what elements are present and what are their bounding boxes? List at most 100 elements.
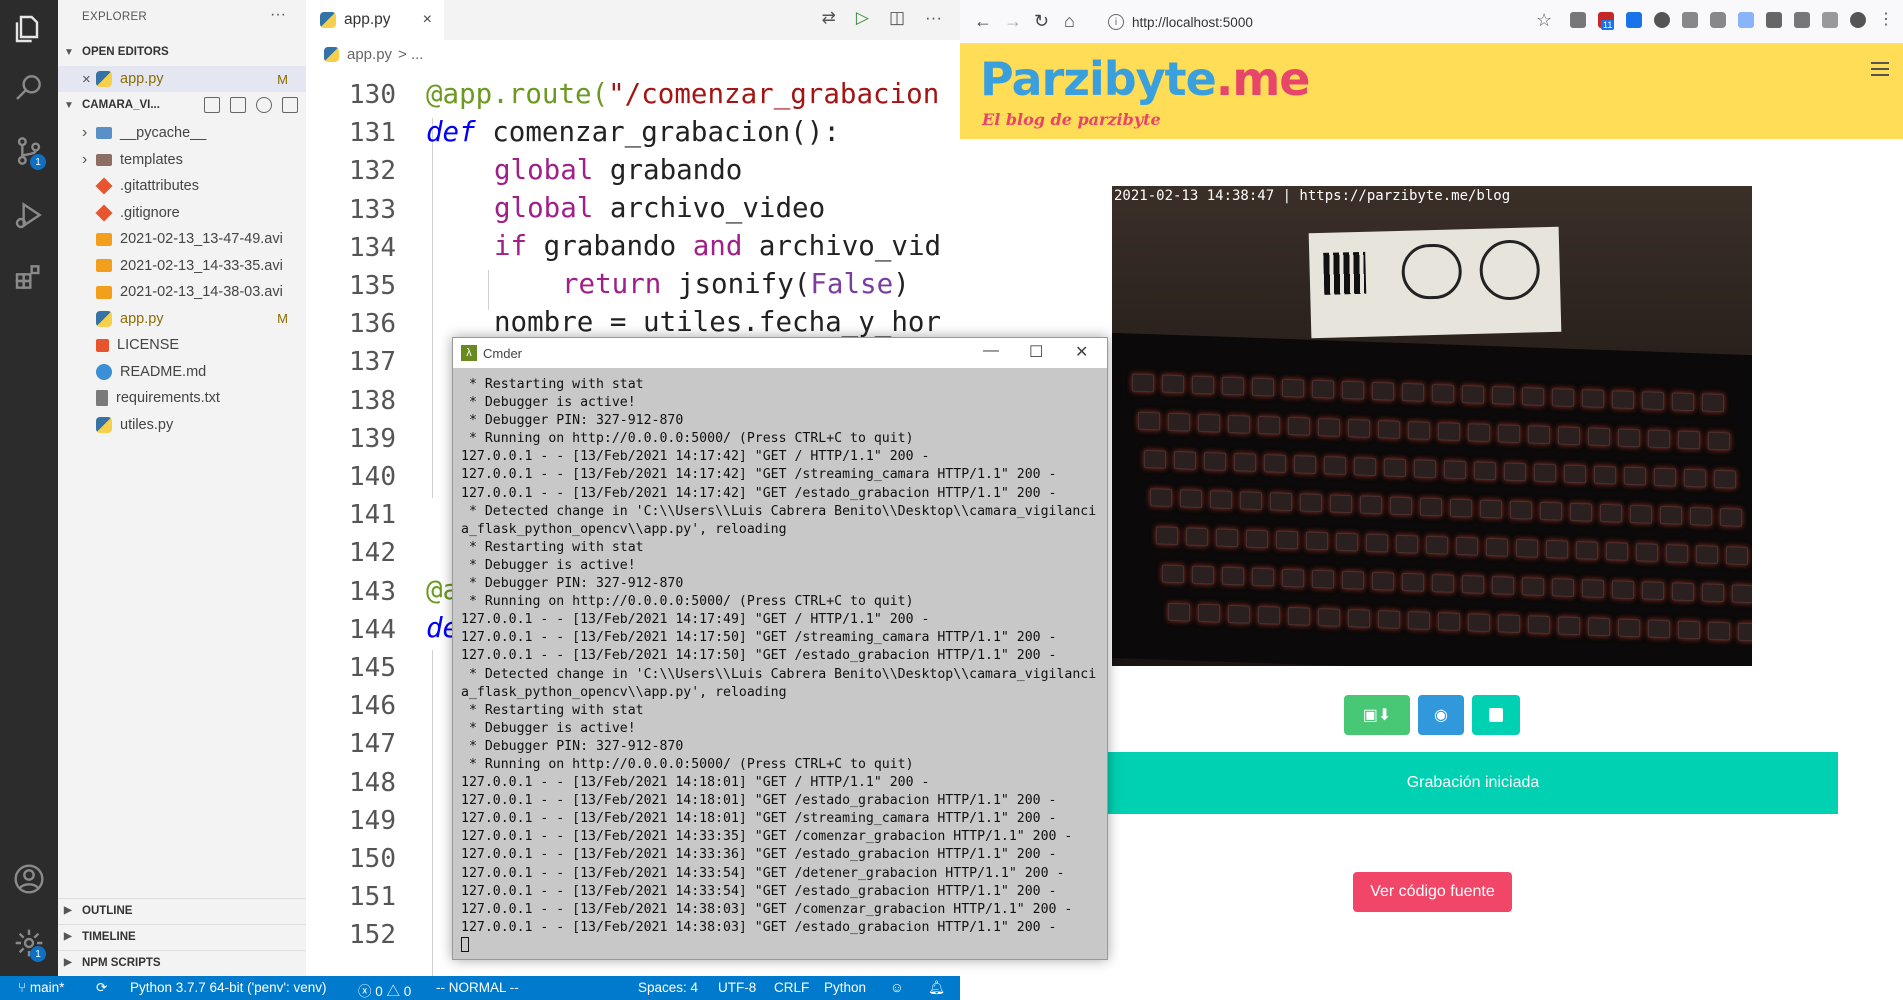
close-tab-icon[interactable]: × [423,11,432,29]
extensions-puzzle-icon[interactable] [1766,12,1782,28]
open-editor-label: app.py [120,71,164,87]
browser-menu-icon[interactable]: ⋮ [1878,12,1894,28]
split-editor-icon[interactable]: ◫ [889,8,905,28]
code-line-132[interactable]: global grabando [494,154,742,186]
line-endings[interactable]: CRLF [774,980,809,995]
home-icon[interactable]: ⌂ [1064,11,1075,32]
take-photo-button[interactable]: ◉ [1418,695,1464,735]
explorer-more-button[interactable]: ··· [270,6,286,24]
code-line-134[interactable]: if grabando and archivo_vid [494,230,941,262]
minimize-button[interactable]: — [983,342,999,360]
file-item[interactable]: › __pycache__ [58,120,306,146]
keyboard-key [1492,386,1514,405]
file-item[interactable]: .gitignore [58,200,306,226]
extension-translate-icon[interactable] [1626,12,1642,28]
files-icon[interactable] [0,0,58,58]
extensions-icon[interactable] [0,248,58,306]
profile-avatar[interactable] [1850,12,1866,28]
site-logo[interactable]: Parzibyte.me [980,52,1310,106]
breadcrumb-file[interactable]: app.py [347,46,392,63]
view-source-button[interactable]: Ver código fuente [1353,872,1512,912]
file-name: app.py [120,310,164,327]
project-section[interactable]: ▼ CAMARA_VI... [58,93,306,117]
compare-changes-icon[interactable]: ⇄ [822,8,836,28]
extension-icon[interactable] [1570,12,1586,28]
run-file-icon[interactable]: ▷ [856,8,869,28]
timeline-section[interactable]: ▶ TIMELINE [58,924,306,948]
code-line-133[interactable]: global archivo_video [494,192,825,224]
code-line-136[interactable]: nombre = utiles.fecha_y_hor [494,306,941,338]
npm-scripts-section[interactable]: ▶ NPM SCRIPTS [58,950,306,974]
code-line-135[interactable]: return jsonify(False) [562,268,910,300]
file-item[interactable]: › templates [58,147,306,173]
outline-section[interactable]: ▶ OUTLINE [58,898,306,922]
manage-gear-icon[interactable]: 1 [0,914,58,972]
breadcrumb-rest[interactable]: > ... [398,46,423,63]
extension-shield-icon[interactable] [1654,12,1670,28]
file-item[interactable]: utiles.py [58,412,306,438]
file-item[interactable]: README.md [58,359,306,385]
chevron-down-icon: ▼ [64,99,74,111]
notifications-bell-icon[interactable]: 🔔︎ [928,980,945,996]
terminal-output[interactable]: * Restarting with stat * Debugger is act… [461,376,1101,955]
code-line-131[interactable]: def comenzar_grabacion(): [426,116,840,148]
source-control-icon[interactable]: 1 [0,122,58,180]
file-item[interactable]: 2021-02-13_14-38-03.avi [58,279,306,305]
file-item[interactable]: 2021-02-13_14-33-35.avi [58,253,306,279]
file-item[interactable]: LICENSE [58,332,306,358]
collapse-all-icon[interactable] [282,97,298,113]
account-icon[interactable] [0,850,58,908]
keyboard-key [1318,418,1340,437]
hamburger-menu-icon[interactable] [1871,62,1889,80]
run-debug-icon[interactable] [0,186,58,244]
open-editors-section[interactable]: ▼ OPEN EDITORS [58,40,306,64]
extension-mail-icon[interactable]: 11 [1598,12,1615,30]
reading-list-icon[interactable] [1794,12,1810,28]
cmder-title-bar[interactable]: λ Cmder — ☐ ✕ [453,338,1107,368]
keyboard-key [1342,570,1364,590]
close-editor-icon[interactable]: × [82,71,96,88]
new-folder-icon[interactable] [230,97,246,113]
tab-app-py[interactable]: app.py × [306,0,444,40]
file-item[interactable]: requirements.txt [58,385,306,411]
forward-icon[interactable]: → [1004,11,1022,32]
terminal-line: 127.0.0.1 - - [13/Feb/2021 14:33:35] "GE… [461,829,1073,845]
encoding[interactable]: UTF-8 [718,980,756,995]
media-icon[interactable] [1822,12,1838,28]
stop-recording-button[interactable] [1472,695,1520,735]
python-interpreter[interactable]: Python 3.7.7 64-bit ('penv': venv) [130,980,327,995]
keyboard-key [1228,414,1250,434]
indentation[interactable]: Spaces: 4 [638,980,698,995]
refresh-icon[interactable] [256,97,272,113]
code-line-130[interactable]: @app.route("/comenzar_grabacion [426,78,939,110]
download-photo-button[interactable]: ▣⬇ [1344,695,1410,735]
more-actions-icon[interactable]: ··· [925,8,942,28]
feedback-icon[interactable]: ☺ [890,980,904,995]
address-bar[interactable]: i http://localhost:5000 [1100,7,1535,37]
search-icon[interactable] [0,58,58,116]
keyboard-key [1648,619,1670,639]
open-editor-app-py[interactable]: × app.py M [58,66,306,92]
git-branch[interactable]: ⑂ main* [18,980,64,995]
terminal-prompt[interactable] [461,937,1101,955]
site-info-icon[interactable]: i [1108,14,1124,30]
bookmark-star-icon[interactable]: ☆ [1536,10,1552,31]
problems-indicator[interactable]: ⓧ 0 △ 0 [358,980,411,1000]
extension-translate2-icon[interactable] [1738,12,1754,28]
tab-label: app.py [344,11,391,28]
file-item[interactable]: .gitattributes [58,173,306,199]
sync-icon[interactable]: ⟳ [96,980,107,996]
close-button[interactable]: ✕ [1075,342,1088,362]
camera-button-row: ▣⬇ ◉ [1344,695,1520,735]
language-mode[interactable]: Python [824,980,866,995]
reload-icon[interactable]: ↻ [1034,11,1049,32]
maximize-button[interactable]: ☐ [1029,342,1043,362]
keyboard-key [1486,537,1508,557]
extension-camera-icon[interactable] [1710,12,1726,28]
new-file-icon[interactable] [204,97,220,113]
file-item[interactable]: app.py M [58,306,306,332]
back-icon[interactable]: ← [974,11,992,32]
terminal-line: * Detected change in 'C:\\Users\\Luis Ca… [461,666,1097,682]
extension-v-icon[interactable] [1682,12,1698,28]
file-item[interactable]: 2021-02-13_13-47-49.avi [58,226,306,252]
